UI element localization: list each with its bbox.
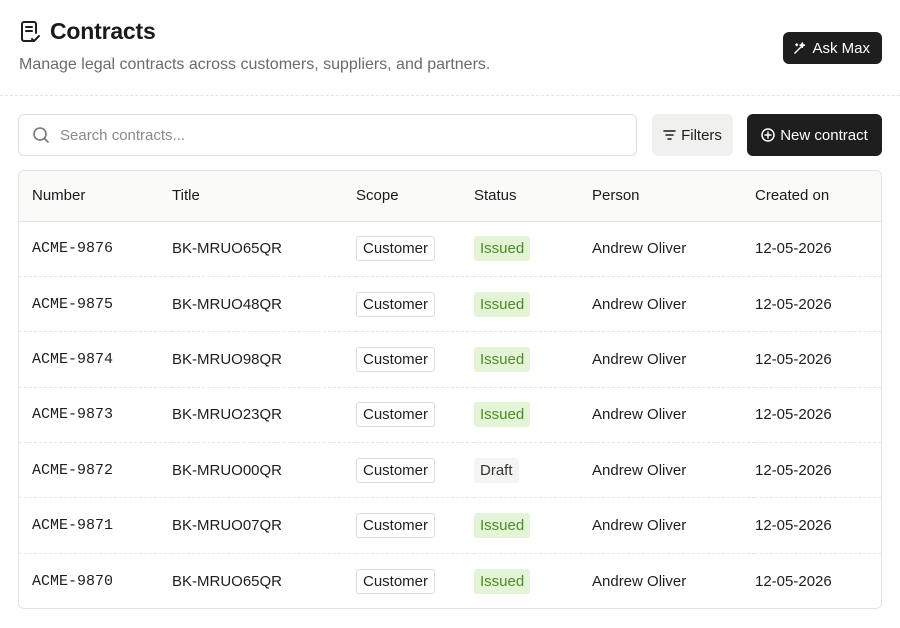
page-subtitle: Manage legal contracts across customers,… — [19, 56, 491, 73]
ask-max-label: Ask Max — [812, 39, 870, 57]
sparkle-icon — [794, 41, 806, 54]
column-header-created-on[interactable]: Created on — [755, 171, 881, 222]
created-date: 12-05-2026 — [755, 240, 832, 258]
new-contract-button[interactable]: New contract — [747, 114, 882, 156]
contract-title: BK-MRUO23QR — [172, 386, 356, 443]
person-name: Andrew Oliver — [592, 386, 755, 443]
table-row[interactable]: ACME-9873 BK-MRUO23QR Customer Issued An… — [19, 386, 881, 443]
contract-number: ACME-9874 — [19, 331, 172, 388]
table-row[interactable]: ACME-9875 BK-MRUO48QR Customer Issued An… — [19, 275, 881, 332]
created-date: 12-05-2026 — [755, 331, 881, 388]
status-badge: Issued — [474, 291, 531, 317]
contract-number: ACME-9873 — [19, 386, 172, 443]
page-title: Contracts — [50, 18, 156, 44]
created-date: 12-05-2026 — [755, 386, 881, 443]
filters-button[interactable]: Filters — [652, 114, 733, 156]
scope-badge: Customer — [356, 457, 436, 483]
plus-circle-icon — [761, 128, 775, 142]
created-date: 12-05-2026 — [755, 442, 881, 498]
status-badge: Issued — [474, 346, 531, 372]
search-input[interactable] — [58, 125, 602, 145]
column-header-status[interactable]: Status — [474, 171, 592, 222]
contract-document-icon — [19, 20, 41, 44]
column-header-scope[interactable]: Scope — [356, 171, 474, 222]
table-row[interactable]: ACME-9872 BK-MRUO00QR Customer Draft And… — [19, 442, 881, 498]
contract-number: ACME-9871 — [19, 497, 172, 554]
column-header-number[interactable]: Number — [19, 171, 172, 222]
person-name: Andrew Oliver — [592, 442, 755, 498]
table-row[interactable]: ACME-9874 BK-MRUO98QR Customer Issued An… — [19, 331, 881, 388]
contract-title: BK-MRUO65QR — [172, 240, 283, 258]
contract-number: ACME-9872 — [19, 442, 172, 498]
filter-lines-icon — [663, 130, 676, 140]
contract-number: ACME-9876 — [32, 240, 114, 258]
person-name: Andrew Oliver — [592, 497, 755, 554]
column-header-person[interactable]: Person — [592, 171, 755, 222]
status-badge: Issued — [474, 236, 531, 262]
contract-number: ACME-9870 — [19, 552, 172, 608]
page-header: Contracts Manage legal contracts across … — [0, 0, 900, 96]
scope-badge: Customer — [356, 513, 436, 539]
ask-max-button[interactable]: Ask Max — [783, 32, 882, 64]
person-name: Andrew Oliver — [592, 331, 755, 388]
person-name: Andrew Oliver — [592, 275, 755, 332]
column-header-title[interactable]: Title — [172, 171, 356, 222]
person-name: Andrew Oliver — [592, 240, 687, 258]
contract-title: BK-MRUO07QR — [172, 497, 356, 554]
scope-badge: Customer — [356, 402, 436, 428]
table-header-row: Number Title Scope Status Person Created… — [19, 171, 881, 222]
status-badge: Issued — [474, 513, 531, 539]
created-date: 12-05-2026 — [755, 275, 881, 332]
contract-title: BK-MRUO48QR — [172, 275, 356, 332]
title-row: Contracts — [19, 18, 156, 45]
status-badge: Issued — [474, 402, 531, 428]
contracts-table: Number Title Scope Status Person Created… — [18, 170, 882, 609]
contract-title: BK-MRUO00QR — [172, 442, 356, 498]
toolbar: Filters New contract — [18, 114, 882, 156]
created-date: 12-05-2026 — [755, 552, 881, 608]
filters-label: Filters — [681, 126, 722, 144]
scope-badge: Customer — [356, 346, 436, 372]
contract-title: BK-MRUO65QR — [172, 552, 356, 608]
contract-title: BK-MRUO98QR — [172, 331, 356, 388]
table-row[interactable]: ACME-9876 BK-MRUO65QR Customer Issued An… — [19, 221, 881, 276]
person-name: Andrew Oliver — [592, 552, 755, 608]
new-contract-label: New contract — [780, 126, 868, 144]
scope-badge: Customer — [356, 236, 436, 262]
search-icon — [33, 127, 49, 143]
scope-badge: Customer — [356, 291, 436, 317]
search-box[interactable] — [18, 114, 637, 156]
status-badge: Draft — [474, 457, 519, 483]
table-row[interactable]: ACME-9871 BK-MRUO07QR Customer Issued An… — [19, 497, 881, 554]
created-date: 12-05-2026 — [755, 497, 881, 554]
table-row[interactable]: ACME-9870 BK-MRUO65QR Customer Issued An… — [19, 552, 881, 608]
scope-badge: Customer — [356, 568, 436, 594]
status-badge: Issued — [474, 568, 531, 594]
contract-number: ACME-9875 — [19, 275, 172, 332]
